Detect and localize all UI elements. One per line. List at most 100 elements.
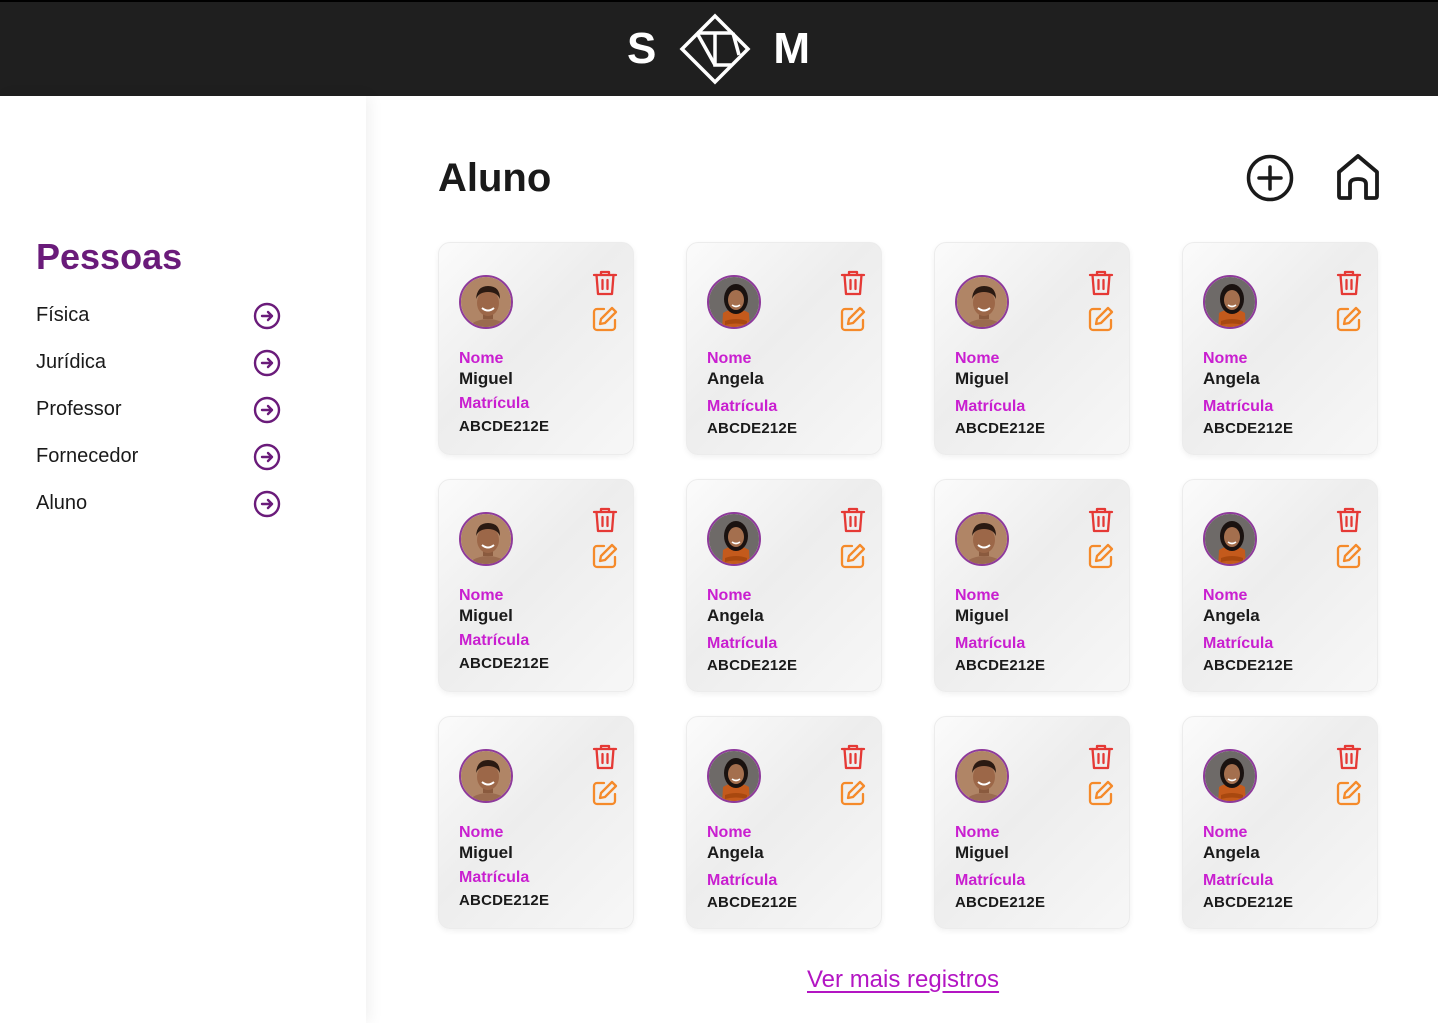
matricula-label: Matrícula	[459, 869, 530, 886]
see-more-link[interactable]: Ver mais registros	[807, 966, 999, 994]
name-value: Miguel	[955, 369, 1009, 388]
arrow-right-circle-icon[interactable]	[253, 443, 281, 471]
name-label: Nome	[1203, 350, 1248, 367]
person-card[interactable]: Nome Angela Matrícula ABCDE212E	[1182, 716, 1378, 929]
edit-icon[interactable]	[1335, 779, 1363, 807]
matricula-value: ABCDE212E	[707, 657, 798, 674]
edit-icon[interactable]	[1087, 779, 1115, 807]
logo-letter-s: S	[626, 24, 658, 73]
edit-icon[interactable]	[591, 305, 619, 333]
card-grid: Nome Miguel Matrícula ABCDE212E Nome Ang…	[438, 242, 1378, 929]
main-content: Aluno Nome Miguel Matrícula ABCDE212E No…	[366, 96, 1438, 1023]
name-value: Angela	[707, 606, 764, 625]
person-card[interactable]: Nome Miguel Matrícula ABCDE212E	[934, 242, 1130, 455]
sidebar-item-label: Fornecedor	[36, 445, 139, 467]
name-label: Nome	[459, 824, 504, 841]
name-label: Nome	[707, 350, 752, 367]
person-card[interactable]: Nome Angela Matrícula ABCDE212E	[686, 479, 882, 692]
sidebar-item-juridica[interactable]: Jurídica	[36, 339, 281, 386]
name-label: Nome	[707, 587, 752, 604]
name-value: Angela	[1203, 369, 1260, 388]
name-label: Nome	[955, 350, 1000, 367]
edit-icon[interactable]	[1087, 305, 1115, 333]
avatar	[707, 749, 761, 803]
name-value: Miguel	[955, 843, 1009, 862]
trash-icon[interactable]	[840, 743, 866, 771]
person-card[interactable]: Nome Miguel Matrícula ABCDE212E	[438, 479, 634, 692]
person-card[interactable]: Nome Angela Matrícula ABCDE212E	[686, 716, 882, 929]
edit-icon[interactable]	[591, 542, 619, 570]
edit-icon[interactable]	[839, 542, 867, 570]
edit-icon[interactable]	[591, 779, 619, 807]
arrow-right-circle-icon[interactable]	[253, 302, 281, 330]
home-icon[interactable]	[1334, 152, 1382, 202]
person-card[interactable]: Nome Miguel Matrícula ABCDE212E	[438, 242, 634, 455]
name-label: Nome	[459, 587, 504, 604]
trash-icon[interactable]	[1088, 506, 1114, 534]
matricula-label: Matrícula	[955, 398, 1026, 415]
trash-icon[interactable]	[1088, 269, 1114, 297]
plus-circle-icon[interactable]	[1245, 153, 1295, 203]
trash-icon[interactable]	[1336, 506, 1362, 534]
avatar	[707, 512, 761, 566]
name-label: Nome	[955, 824, 1000, 841]
sidebar-item-fisica[interactable]: Física	[36, 292, 281, 339]
avatar-image	[957, 277, 1007, 327]
trash-icon[interactable]	[1336, 743, 1362, 771]
person-card[interactable]: Nome Angela Matrícula ABCDE212E	[1182, 242, 1378, 455]
avatar	[707, 275, 761, 329]
matricula-value: ABCDE212E	[707, 894, 798, 911]
sidebar-item-professor[interactable]: Professor	[36, 386, 281, 433]
avatar-image	[1205, 277, 1255, 327]
person-card[interactable]: Nome Miguel Matrícula ABCDE212E	[438, 716, 634, 929]
sidebar-item-label: Física	[36, 304, 90, 326]
sidebar-item-aluno[interactable]: Aluno	[36, 480, 281, 527]
arrow-right-circle-icon[interactable]	[253, 396, 281, 424]
name-value: Miguel	[459, 606, 513, 625]
matricula-label: Matrícula	[1203, 872, 1274, 889]
avatar-image	[461, 514, 511, 564]
matricula-label: Matrícula	[707, 635, 778, 652]
sidebar-item-label: Professor	[36, 398, 122, 420]
trash-icon[interactable]	[840, 269, 866, 297]
name-label: Nome	[955, 587, 1000, 604]
name-value: Angela	[1203, 843, 1260, 862]
sidebar-item-fornecedor[interactable]: Fornecedor	[36, 433, 281, 480]
edit-icon[interactable]	[1087, 542, 1115, 570]
name-label: Nome	[459, 350, 504, 367]
trash-icon[interactable]	[1336, 269, 1362, 297]
matricula-label: Matrícula	[707, 398, 778, 415]
trash-icon[interactable]	[1088, 743, 1114, 771]
person-card[interactable]: Nome Miguel Matrícula ABCDE212E	[934, 479, 1130, 692]
matricula-label: Matrícula	[955, 872, 1026, 889]
edit-icon[interactable]	[839, 779, 867, 807]
matricula-label: Matrícula	[459, 395, 530, 412]
logo[interactable]: S M	[627, 13, 811, 85]
edit-icon[interactable]	[1335, 305, 1363, 333]
person-card[interactable]: Nome Angela Matrícula ABCDE212E	[686, 242, 882, 455]
avatar-image	[957, 751, 1007, 801]
trash-icon[interactable]	[840, 506, 866, 534]
logo-mark-icon	[679, 13, 751, 85]
avatar-image	[1205, 751, 1255, 801]
avatar-image	[709, 751, 759, 801]
name-value: Angela	[707, 843, 764, 862]
avatar-image	[461, 751, 511, 801]
avatar-image	[709, 277, 759, 327]
arrow-right-circle-icon[interactable]	[253, 490, 281, 518]
edit-icon[interactable]	[839, 305, 867, 333]
sidebar-item-label: Aluno	[36, 492, 88, 514]
person-card[interactable]: Nome Miguel Matrícula ABCDE212E	[934, 716, 1130, 929]
avatar	[459, 512, 513, 566]
trash-icon[interactable]	[592, 269, 618, 297]
person-card[interactable]: Nome Angela Matrícula ABCDE212E	[1182, 479, 1378, 692]
matricula-value: ABCDE212E	[459, 418, 550, 435]
trash-icon[interactable]	[592, 743, 618, 771]
avatar	[955, 275, 1009, 329]
arrow-right-circle-icon[interactable]	[253, 349, 281, 377]
trash-icon[interactable]	[592, 506, 618, 534]
matricula-label: Matrícula	[459, 632, 530, 649]
avatar	[1203, 275, 1257, 329]
matricula-value: ABCDE212E	[1203, 894, 1294, 911]
edit-icon[interactable]	[1335, 542, 1363, 570]
